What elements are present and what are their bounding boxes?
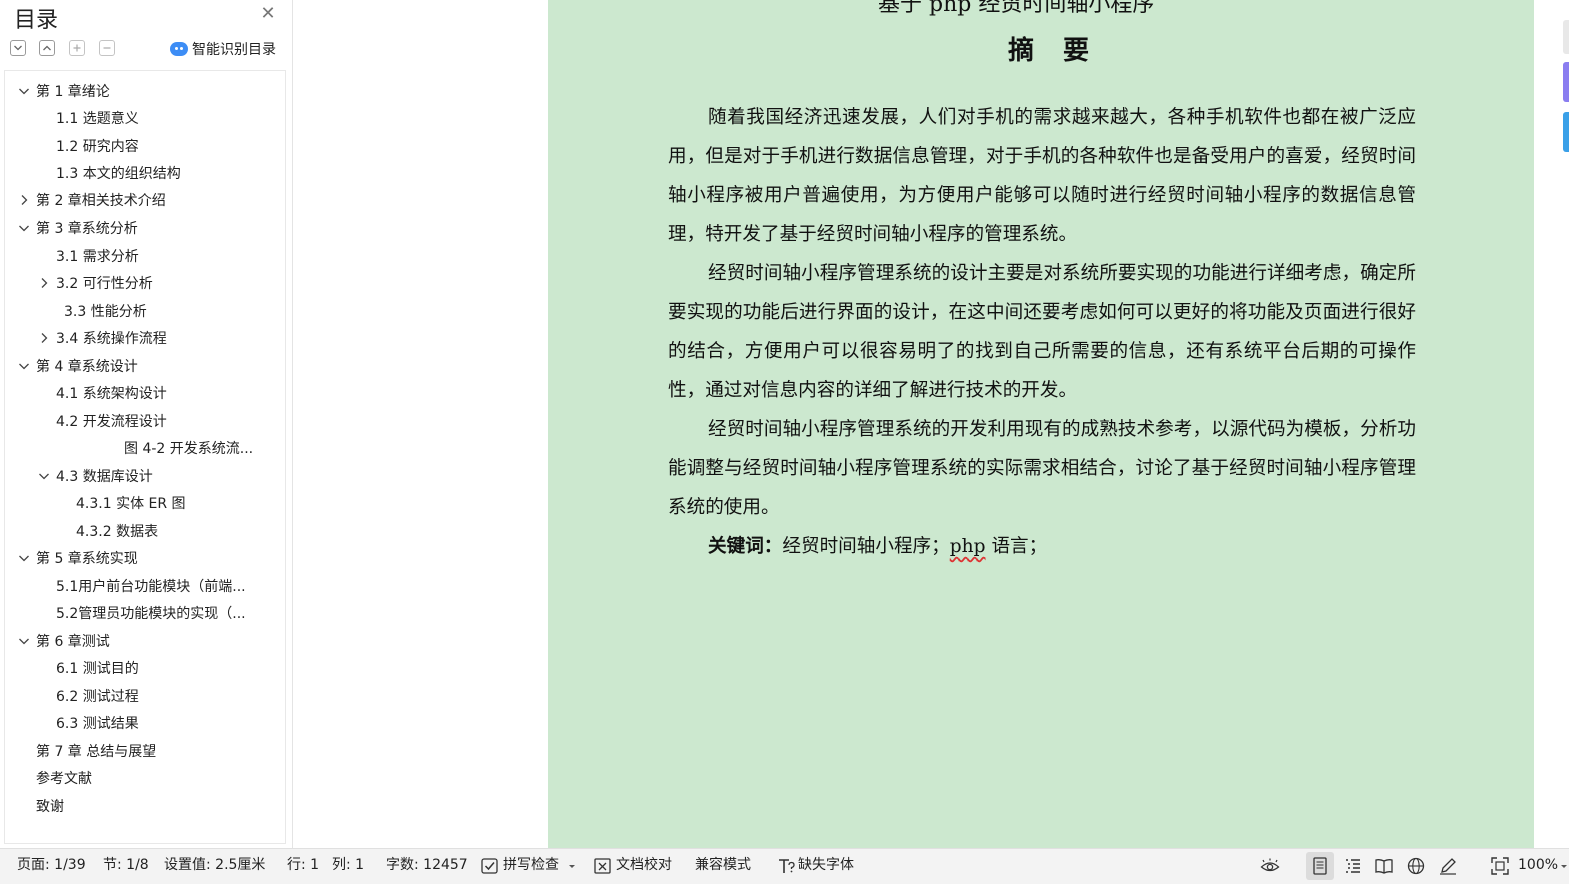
outline-view-icon[interactable] [1343,856,1363,876]
toc-item[interactable]: 第 2 章相关技术介绍 [36,189,166,213]
keywords-text: 经贸时间轴小程序； [782,536,950,557]
ai-assistant-icon [170,42,188,56]
toc-item[interactable]: 3.2 可行性分析 [56,272,153,296]
toc-list: 第 1 章绪论 1.1 选题意义 1.2 研究内容 1.3 本文的组织结构 第 … [4,70,286,844]
toc-item[interactable]: 1.2 研究内容 [56,135,139,159]
chevron-down-icon[interactable] [17,217,31,241]
zoom-level[interactable]: 100% [1518,849,1558,883]
side-panel-tab[interactable] [1563,112,1569,152]
toc-item[interactable]: 第 3 章系统分析 [36,217,138,241]
eye-protection-icon[interactable] [1260,856,1280,876]
toc-item[interactable]: 3.4 系统操作流程 [56,327,167,351]
toc-item[interactable]: 4.3 数据库设计 [56,465,153,489]
document-title: 基于 php 经贸时间轴小程序 [878,0,1155,17]
abstract-paragraph[interactable]: 经贸时间轴小程序管理系统的开发利用现有的成熟技术参考，以源代码为模板，分析功能调… [668,410,1416,527]
toc-item[interactable]: 第 6 章测试 [36,630,110,654]
toc-item[interactable]: 5.2管理员功能模块的实现（... [56,602,246,626]
toc-sidebar: 目录 ✕ 智能识别目录 第 1 章绪论 1.1 选题意义 1.2 研究内容 1.… [0,0,293,848]
chevron-right-icon[interactable] [37,272,51,296]
smart-toc-button[interactable]: 智能识别目录 [170,38,276,60]
remove-heading-icon[interactable] [99,40,115,56]
compat-mode-button[interactable]: 兼容模式 [695,849,751,883]
toc-item[interactable]: 1.3 本文的组织结构 [56,162,181,186]
chevron-right-icon[interactable] [17,189,31,213]
fit-page-icon[interactable] [1490,856,1510,876]
chevron-down-icon[interactable] [17,80,31,104]
section-indicator[interactable]: 节: 1/8 [103,849,149,883]
toc-item[interactable]: 第 5 章系统实现 [36,547,138,571]
collapse-all-icon[interactable] [10,40,26,56]
missing-font-button[interactable]: 缺失字体 [798,849,854,883]
toc-item[interactable]: 3.3 性能分析 [64,300,147,324]
toc-item[interactable]: 6.3 测试结果 [56,712,139,736]
chevron-down-icon[interactable] [566,856,578,876]
close-icon[interactable]: ✕ [258,4,278,24]
toc-item[interactable]: 第 4 章系统设计 [36,355,138,379]
expand-up-icon[interactable] [39,40,55,56]
keywords-text-tail: 语言； [985,536,1048,557]
chevron-down-icon[interactable] [17,547,31,571]
status-bar: 页面: 1/39 节: 1/8 设置值: 2.5厘米 行: 1 列: 1 字数:… [0,848,1569,884]
toc-title: 目录 [14,8,59,33]
side-panel-tab[interactable] [1563,62,1569,102]
row-indicator[interactable]: 行: 1 [287,849,319,883]
toc-item[interactable]: 4.2 开发流程设计 [56,410,167,434]
toc-item[interactable]: 4.1 系统架构设计 [56,382,167,406]
chevron-down-icon[interactable] [17,630,31,654]
page-view-icon[interactable] [1306,852,1334,880]
chevron-down-icon[interactable] [37,465,51,489]
toc-item[interactable]: 3.1 需求分析 [56,245,139,269]
document-page[interactable]: 基于 php 经贸时间轴小程序 摘 要 随着我国经济迅速发展，人们对手机的需求越… [548,0,1534,848]
column-indicator[interactable]: 列: 1 [332,849,364,883]
keywords-line[interactable]: 关键词：经贸时间轴小程序；php 语言； [708,527,1047,566]
toc-item[interactable]: 参考文献 [36,767,92,791]
reading-view-icon[interactable] [1374,856,1394,876]
setting-indicator[interactable]: 设置值: 2.5厘米 [164,849,265,883]
abstract-paragraph[interactable]: 随着我国经济迅速发展，人们对手机的需求越来越大，各种手机软件也都在被广泛应用，但… [668,98,1416,254]
write-mode-icon[interactable] [1438,856,1458,876]
toc-item[interactable]: 6.2 测试过程 [56,685,139,709]
web-view-icon[interactable] [1406,856,1426,876]
proofread-button[interactable]: 文档校对 [616,849,672,883]
keywords-label: 关键词： [708,536,783,557]
proofread-icon[interactable] [593,856,613,876]
side-panel-tab[interactable] [1563,20,1569,54]
chevron-down-icon[interactable] [17,355,31,379]
toc-item[interactable]: 第 1 章绪论 [36,80,110,104]
toc-item[interactable]: 4.3.2 数据表 [76,520,158,544]
abstract-paragraph[interactable]: 经贸时间轴小程序管理系统的设计主要是对系统所要实现的功能进行详细考虑，确定所要实… [668,254,1416,410]
add-heading-icon[interactable] [69,40,85,56]
spellcheck-icon[interactable] [480,856,500,876]
toc-item[interactable]: 1.1 选题意义 [56,107,139,131]
toc-item[interactable]: 5.1用户前台功能模块（前端... [56,575,246,599]
toc-item[interactable]: 6.1 测试目的 [56,657,139,681]
spellcheck-button[interactable]: 拼写检查 [503,849,559,883]
smart-toc-label: 智能识别目录 [192,42,276,58]
document-workspace: 基于 php 经贸时间轴小程序 摘 要 随着我国经济迅速发展，人们对手机的需求越… [293,0,1569,848]
toc-item[interactable]: 第 7 章 总结与展望 [36,740,156,764]
spellcheck-flagged-word: php [949,536,986,557]
page-indicator[interactable]: 页面: 1/39 [17,849,86,883]
font-missing-icon[interactable] [776,856,796,876]
word-count[interactable]: 字数: 12457 [386,849,468,883]
chevron-right-icon[interactable] [37,327,51,351]
abstract-heading: 摘 要 [1008,36,1100,66]
toc-item[interactable]: 4.3.1 实体 ER 图 [76,492,186,516]
chevron-down-icon[interactable] [1560,856,1569,876]
toc-item[interactable]: 致谢 [36,795,64,819]
toc-item[interactable]: 图 4-2 开发系统流... [124,437,253,461]
